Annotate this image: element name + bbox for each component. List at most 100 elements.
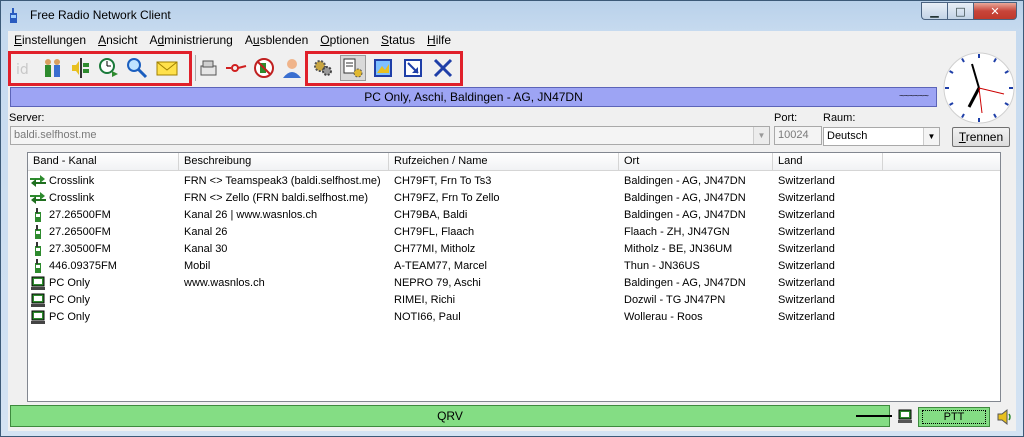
table-row[interactable]: Crosslink FRN <> Teamspeak3 (baldi.selfho… <box>28 172 1000 189</box>
app-window: Free Radio Network Client ▁ □ ✕ Einstell… <box>0 0 1024 437</box>
connect-button[interactable] <box>223 55 249 81</box>
table-body: Crosslink FRN <> Teamspeak3 (baldi.selfho… <box>28 172 1000 325</box>
cell-band: 27.30500FM <box>28 241 179 256</box>
title-bar[interactable]: Free Radio Network Client ▁ □ ✕ <box>1 1 1023 31</box>
disconnect-label: Trennen <box>958 130 1004 144</box>
disconnect-button[interactable]: Trennen <box>952 127 1010 147</box>
close-button[interactable]: ✕ <box>973 2 1017 20</box>
menu-ansicht[interactable]: Ansicht <box>92 31 143 49</box>
menu-status[interactable]: Status <box>375 31 421 49</box>
band-text: PC Only <box>49 310 90 323</box>
column-header-callsign[interactable]: Rufzeichen / Name <box>389 153 619 171</box>
client-list-table[interactable]: Band - Kanal Beschreibung Rufzeichen / N… <box>27 152 1001 402</box>
band-text: Crosslink <box>49 174 95 187</box>
room-dropdown-icon[interactable]: ▼ <box>923 128 939 145</box>
users-icon <box>45 59 60 77</box>
column-header-band[interactable]: Band - Kanal <box>28 153 179 171</box>
admin-config-icon <box>343 58 363 78</box>
server-dropdown-icon[interactable]: ▼ <box>753 127 769 144</box>
gears-icon <box>314 60 332 76</box>
clock-alarm-button[interactable] <box>96 55 122 81</box>
ptt-label: PTT <box>922 410 986 424</box>
table-row[interactable]: 27.26500FM Kanal 26 | www.wasnlos.ch CH79B… <box>28 206 1000 223</box>
cell-call: CH79FT, Frn To Ts3 <box>394 174 492 187</box>
close-icon: ✕ <box>990 4 1000 18</box>
cell-band: 27.26500FM <box>28 207 179 222</box>
column-header-description[interactable]: Beschreibung <box>179 153 389 171</box>
hand-button[interactable] <box>195 55 221 81</box>
radio-icon <box>30 207 46 222</box>
cell-call: RIMEI, Richi <box>394 293 456 306</box>
gears-button[interactable] <box>310 55 336 81</box>
resize-button[interactable] <box>400 55 426 81</box>
hand-icon <box>200 60 216 76</box>
mail-button[interactable] <box>154 55 180 81</box>
menu-einstellungen[interactable]: Einstellungen <box>8 31 92 49</box>
cell-call: NOTI66, Paul <box>394 310 461 323</box>
pc-icon <box>30 310 46 324</box>
menu-administrierung[interactable]: Administrierung <box>143 31 238 49</box>
id-button[interactable]: id <box>12 55 38 81</box>
maximize-button[interactable]: □ <box>947 2 973 20</box>
menu-ausblenden[interactable]: Ausblenden <box>239 31 314 49</box>
users-button[interactable] <box>40 55 66 81</box>
cell-land: Switzerland <box>778 310 835 323</box>
close-x-button[interactable] <box>430 55 456 81</box>
band-text: 27.30500FM <box>49 242 111 255</box>
admin-config-button[interactable] <box>340 55 366 81</box>
cell-ort: Wollerau - Roos <box>624 310 703 323</box>
cell-band: Crosslink <box>28 191 179 205</box>
cell-land: Switzerland <box>778 174 835 187</box>
id-icon: id <box>16 62 29 78</box>
clock-alarm-icon <box>99 58 118 77</box>
map-button[interactable] <box>370 55 396 81</box>
pc-icon <box>30 293 46 307</box>
cell-ort: Baldingen - AG, JN47DN <box>624 174 746 187</box>
search-icon <box>127 58 148 79</box>
cell-desc: Kanal 26 | www.wasnlos.ch <box>184 208 318 221</box>
speaker-icon[interactable] <box>996 408 1012 426</box>
cell-desc: Kanal 30 <box>184 242 228 255</box>
ptt-button[interactable]: PTT <box>918 407 990 427</box>
room-select[interactable]: Deutsch ▼ <box>823 127 940 146</box>
column-header-location[interactable]: Ort <box>619 153 773 171</box>
column-header-country[interactable]: Land <box>773 153 883 171</box>
server-input[interactable]: baldi.selfhost.me ▼ <box>10 126 770 145</box>
table-row[interactable]: PC Only RIMEI, Richi Dozwil - TG JN47PN Swi… <box>28 291 1000 308</box>
table-row[interactable]: 27.30500FM Kanal 30 CH77MI, Mitholz Mitholz… <box>28 240 1000 257</box>
table-row[interactable]: 27.26500FM Kanal 26 CH79FL, Flaach Flaach -… <box>28 223 1000 240</box>
cell-ort: Flaach - ZH, JN47GN <box>624 225 730 238</box>
audio-level-button[interactable] <box>68 55 94 81</box>
crosslink-icon <box>30 174 46 188</box>
cell-band: PC Only <box>28 276 179 290</box>
table-row[interactable]: Crosslink FRN <> Zello (FRN baldi.selfhos… <box>28 189 1000 206</box>
minimize-button[interactable]: ▁ <box>921 2 947 20</box>
map-icon <box>374 59 392 77</box>
table-row[interactable]: PC Only www.wasnlos.ch NEPRO 79, Aschi Bald… <box>28 274 1000 291</box>
table-row[interactable]: PC Only NOTI66, Paul Wollerau - Roos Switze… <box>28 308 1000 325</box>
phone-user-icon <box>254 58 274 78</box>
person-button[interactable] <box>279 55 305 81</box>
menu-optionen[interactable]: Optionen <box>314 31 375 49</box>
table-row[interactable]: 446.09375FM Mobil A-TEAM77, Marcel Thun - J… <box>28 257 1000 274</box>
minimize-icon: ▁ <box>930 4 939 18</box>
qrv-status-bar: QRV <box>10 405 890 427</box>
qrv-status-text: QRV <box>437 409 463 423</box>
cell-desc: FRN <> Teamspeak3 (baldi.selfhost.me) <box>184 174 381 187</box>
audio-level-icon <box>72 58 89 78</box>
radio-icon <box>30 241 46 256</box>
cell-ort: Baldingen - AG, JN47DN <box>624 208 746 221</box>
server-value: baldi.selfhost.me <box>14 129 97 141</box>
room-value: Deutsch <box>827 130 868 142</box>
maximize-icon: □ <box>955 4 966 18</box>
cell-land: Switzerland <box>778 276 835 289</box>
phone-user-button[interactable] <box>251 55 277 81</box>
cell-call: CH79BA, Baldi <box>394 208 468 221</box>
cell-ort: Baldingen - AG, JN47DN <box>624 191 746 204</box>
close-x-icon <box>433 58 453 78</box>
port-input[interactable]: 10024 <box>774 126 822 145</box>
search-button[interactable] <box>124 55 150 81</box>
person-icon <box>283 59 301 78</box>
band-text: 27.26500FM <box>49 225 111 238</box>
menu-hilfe[interactable]: Hilfe <box>421 31 457 49</box>
